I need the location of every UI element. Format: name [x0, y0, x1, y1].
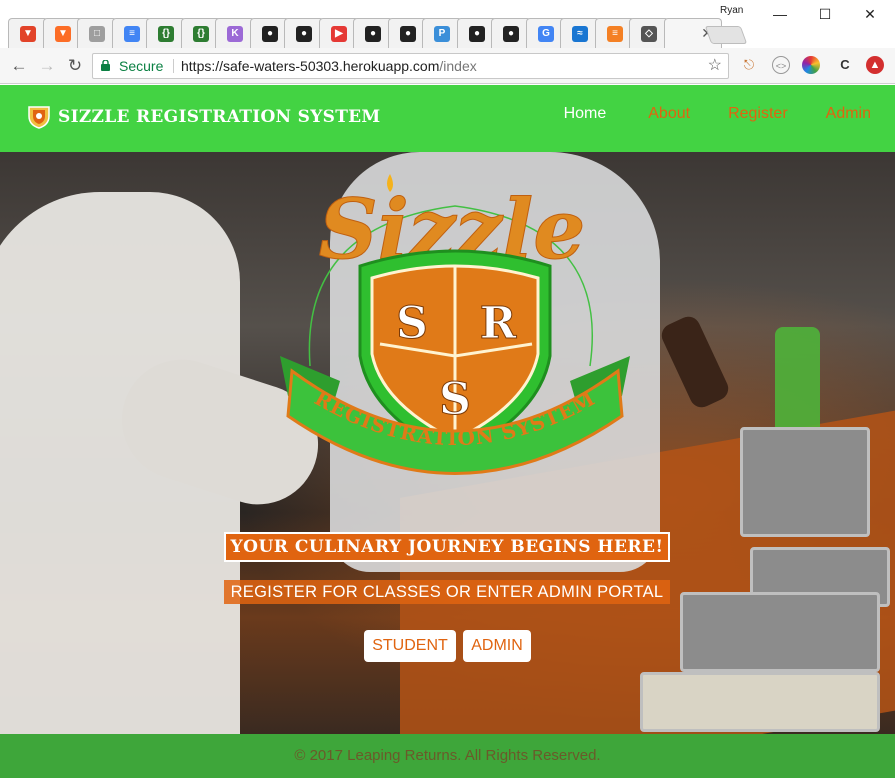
- upload-extension-icon[interactable]: ▲: [866, 56, 884, 74]
- shield-letter-r: R: [480, 298, 517, 349]
- bookmark-star-icon[interactable]: ☆: [708, 54, 722, 78]
- codepen-icon: ◇: [641, 26, 657, 42]
- gitlab-icon: ▼: [20, 26, 36, 42]
- browser-toolbar: ← → ↻ Secure https://safe-waters-50303.h…: [0, 48, 895, 84]
- close-window-icon[interactable]: ✕: [860, 6, 880, 23]
- browser-tab[interactable]: P: [422, 18, 462, 48]
- gitlab-icon: ▼: [54, 26, 71, 42]
- browser-tab[interactable]: ◇: [629, 18, 669, 48]
- github-icon: ●: [296, 26, 312, 42]
- maximize-icon[interactable]: ☐: [815, 6, 835, 23]
- reload-icon[interactable]: ↻: [64, 55, 86, 77]
- github-icon: ●: [365, 26, 381, 42]
- sizzle-srs-logo: Sizzle S R S REGISTRATION SYSTEM: [280, 174, 630, 475]
- hero-section: Sizzle S R S REGISTRATION SYSTEM YOUR CU…: [0, 152, 895, 734]
- browser-tab[interactable]: K: [215, 18, 255, 48]
- stack-overflow-icon: ≡: [606, 26, 623, 42]
- browser-tab[interactable]: {}: [146, 18, 186, 48]
- nav-links: Home About Register Admin: [564, 105, 871, 123]
- k-icon: K: [227, 26, 243, 42]
- shield-letter-s1: S: [396, 298, 428, 349]
- document-icon: □: [89, 26, 105, 42]
- nav-admin-link[interactable]: Admin: [826, 105, 871, 123]
- nav-home-link[interactable]: Home: [564, 105, 607, 123]
- profile-name[interactable]: Ryan: [720, 5, 743, 16]
- browser-tab[interactable]: ▼: [8, 18, 48, 48]
- hero-tagline: YOUR CULINARY JOURNEY BEGINS HERE!: [230, 537, 664, 557]
- github-icon: ●: [261, 26, 278, 42]
- github-icon: ●: [468, 26, 485, 42]
- lock-icon: [101, 60, 110, 71]
- student-button[interactable]: STUDENT: [364, 630, 456, 662]
- browser-tab[interactable]: □: [77, 18, 117, 48]
- github-icon: ●: [503, 26, 519, 42]
- code-icon: {}: [158, 26, 174, 42]
- google-docs-icon: ≡: [123, 26, 140, 42]
- google-icon: G: [537, 26, 554, 42]
- browser-tab[interactable]: ●: [353, 18, 393, 48]
- admin-button[interactable]: ADMIN: [463, 630, 531, 662]
- hero-subline: REGISTER FOR CLASSES OR ENTER ADMIN PORT…: [230, 583, 664, 601]
- subline-box: REGISTER FOR CLASSES OR ENTER ADMIN PORT…: [224, 580, 670, 604]
- footer-copyright: © 2017 Leaping Returns. All Rights Reser…: [294, 747, 601, 764]
- color-picker-extension-icon[interactable]: [802, 56, 820, 74]
- secure-label: Secure: [119, 58, 164, 74]
- code-icon: {}: [192, 26, 209, 42]
- forward-icon[interactable]: →: [36, 55, 58, 77]
- browser-tab[interactable]: ●: [491, 18, 531, 48]
- tagline-box: YOUR CULINARY JOURNEY BEGINS HERE!: [224, 532, 670, 562]
- address-separator: [173, 59, 174, 73]
- site-navbar: SIZZLE REGISTRATION SYSTEM Home About Re…: [0, 85, 895, 152]
- c-off-extension-icon[interactable]: C: [836, 56, 854, 74]
- browser-tab[interactable]: ≈: [560, 18, 600, 48]
- browser-tab-strip: ▼▼□≡{}{}K●●▶●●P●●G≈≡◇✕ Ryan — ☐ ✕: [0, 0, 895, 48]
- code-extension-icon[interactable]: <>: [772, 56, 790, 74]
- url-path: /index: [439, 58, 477, 74]
- minimize-icon[interactable]: —: [770, 6, 790, 22]
- shield-letter-s2: S: [439, 374, 471, 425]
- url-text[interactable]: https://safe-waters-50303.herokuapp.com/…: [181, 54, 477, 78]
- nav-register-link[interactable]: Register: [728, 105, 788, 123]
- wave-icon: ≈: [572, 26, 588, 42]
- site-footer: © 2017 Leaping Returns. All Rights Reser…: [0, 734, 895, 778]
- brand-title: SIZZLE REGISTRATION SYSTEM: [58, 107, 381, 127]
- youtube-icon: ▶: [330, 26, 347, 42]
- p-icon: P: [434, 26, 450, 42]
- github-icon: ●: [399, 26, 416, 42]
- back-icon[interactable]: ←: [8, 55, 30, 77]
- address-bar[interactable]: Secure https://safe-waters-50303.herokua…: [92, 53, 729, 79]
- site-brand[interactable]: SIZZLE REGISTRATION SYSTEM: [28, 105, 381, 129]
- new-tab-button[interactable]: [704, 26, 748, 44]
- nav-about-link[interactable]: About: [648, 105, 690, 123]
- url-host: https://safe-waters-50303.herokuapp.com: [181, 58, 440, 74]
- web-page: SIZZLE REGISTRATION SYSTEM Home About Re…: [0, 85, 895, 778]
- pushpin-extension-icon[interactable]: ⎋: [740, 56, 758, 74]
- brand-shield-icon: [28, 106, 50, 129]
- browser-tab[interactable]: ●: [284, 18, 324, 48]
